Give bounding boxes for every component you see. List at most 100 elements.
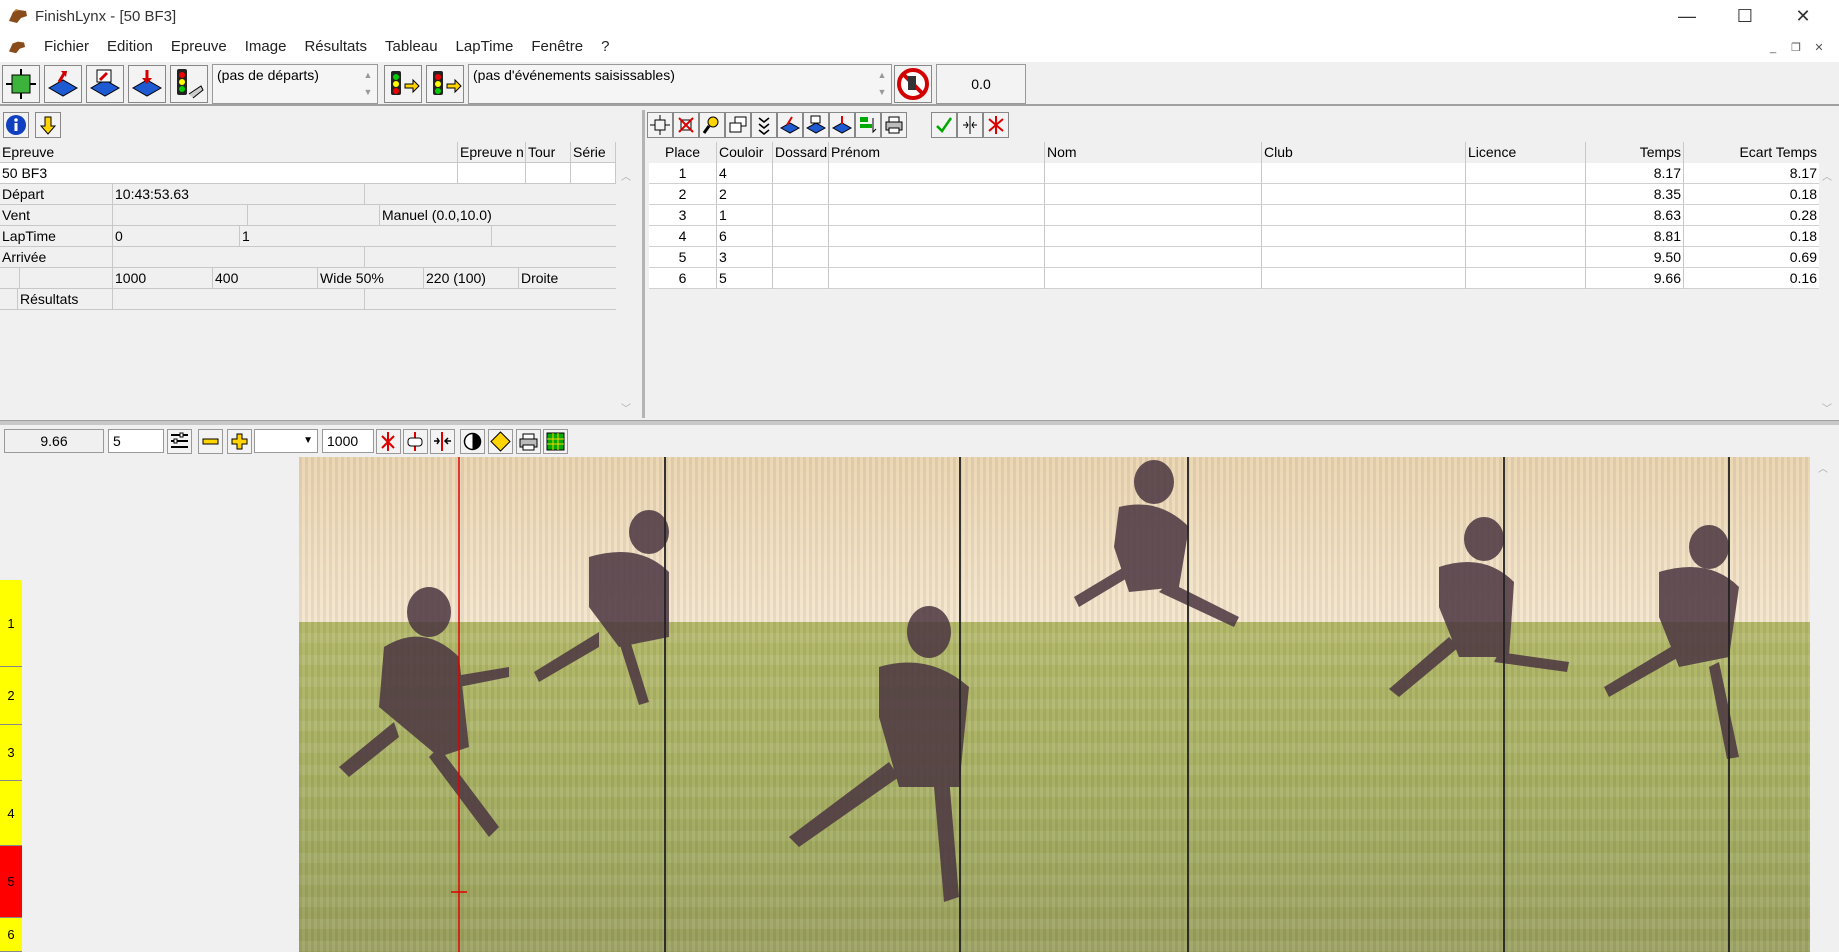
club-cell[interactable] — [1262, 184, 1466, 205]
capture-small-button[interactable] — [647, 112, 673, 138]
menu-help[interactable]: ? — [592, 32, 618, 62]
place-cell[interactable]: 1 — [649, 163, 717, 184]
event-scroll-down[interactable]: ﹀ — [618, 400, 634, 415]
mdi-restore-button[interactable]: ❐ — [1787, 40, 1805, 56]
ecart-cell[interactable]: 0.69 — [1684, 247, 1819, 268]
table-row[interactable]: 6 5 9.66 0.16 — [649, 268, 1819, 289]
ecart-cell[interactable]: 8.17 — [1684, 163, 1819, 184]
couloir-cell[interactable]: 4 — [717, 163, 773, 184]
dossard-cell[interactable] — [773, 184, 829, 205]
nom-cell[interactable] — [1045, 226, 1262, 247]
prenom-cell[interactable] — [829, 163, 1045, 184]
place-cell[interactable]: 6 — [649, 268, 717, 289]
col-dossard[interactable]: Dossard — [773, 142, 829, 163]
licence-cell[interactable] — [1466, 184, 1586, 205]
delete-capture-button[interactable] — [673, 112, 699, 138]
open-results-button[interactable] — [777, 112, 803, 138]
temps-cell[interactable]: 8.63 — [1586, 205, 1684, 226]
sort-button[interactable] — [751, 112, 777, 138]
prenom-cell[interactable] — [829, 184, 1045, 205]
table-row[interactable]: 5 3 9.50 0.69 — [649, 247, 1819, 268]
check-button[interactable] — [931, 112, 957, 138]
event-red-arrow-button[interactable] — [426, 65, 464, 103]
table-row[interactable]: 3 1 8.63 0.28 — [649, 205, 1819, 226]
minimize-button[interactable]: — — [1658, 0, 1716, 32]
no-camera-button[interactable] — [894, 65, 932, 103]
zoom-select[interactable]: ▼ — [254, 429, 318, 453]
temps-cell[interactable]: 9.50 — [1586, 247, 1684, 268]
event-scroll-up[interactable]: ︿ — [618, 168, 634, 183]
close-button[interactable]: ✕ — [1774, 0, 1832, 32]
place-cell[interactable]: 5 — [649, 247, 717, 268]
event-name[interactable]: 50 BF3 — [0, 163, 458, 184]
col-place[interactable]: Place — [649, 142, 717, 163]
col-nom[interactable]: Nom — [1045, 142, 1262, 163]
split-button[interactable] — [957, 112, 983, 138]
arrivee-value[interactable] — [113, 247, 365, 268]
open-event-button[interactable] — [44, 65, 82, 103]
ecart-cell[interactable]: 0.16 — [1684, 268, 1819, 289]
lane-marker[interactable]: 5 — [0, 846, 22, 918]
ecart-cell[interactable]: 0.28 — [1684, 205, 1819, 226]
traffic-light-button[interactable] — [170, 65, 208, 103]
dossard-cell[interactable] — [773, 268, 829, 289]
club-cell[interactable] — [1262, 163, 1466, 184]
nom-cell[interactable] — [1045, 205, 1262, 226]
density-input[interactable]: 1000 — [322, 429, 374, 453]
results-scroll-up[interactable]: ︿ — [1819, 168, 1835, 183]
col-temps[interactable]: Temps — [1586, 142, 1684, 163]
col-prenom[interactable]: Prénom — [829, 142, 1045, 163]
hand-tool-button[interactable] — [403, 429, 428, 454]
vent-value-cell[interactable] — [113, 205, 248, 226]
nom-cell[interactable] — [1045, 184, 1262, 205]
zoom-out-button[interactable] — [198, 429, 223, 454]
dossard-cell[interactable] — [773, 247, 829, 268]
prenom-cell[interactable] — [829, 268, 1045, 289]
club-cell[interactable] — [1262, 247, 1466, 268]
nom-cell[interactable] — [1045, 268, 1262, 289]
dossard-cell[interactable] — [773, 226, 829, 247]
split-lines-button[interactable] — [430, 429, 455, 454]
import-button[interactable] — [86, 65, 124, 103]
col-licence[interactable]: Licence — [1466, 142, 1586, 163]
event-green-arrow-button[interactable] — [384, 65, 422, 103]
event-n-cell[interactable] — [458, 163, 526, 184]
prenom-cell[interactable] — [829, 226, 1045, 247]
ecart-cell[interactable]: 0.18 — [1684, 184, 1819, 205]
down-arrow-button[interactable] — [35, 112, 61, 138]
search-button[interactable] — [699, 112, 725, 138]
prenom-cell[interactable] — [829, 247, 1045, 268]
club-cell[interactable] — [1262, 268, 1466, 289]
menu-edition[interactable]: Edition — [98, 32, 162, 62]
laptime-count[interactable]: 1 — [240, 226, 492, 247]
zoom-in-button[interactable] — [227, 429, 252, 454]
document-menu-icon[interactable] — [7, 39, 27, 55]
events-combo[interactable]: (pas d'événements saisissables) ▲ ▼ — [468, 64, 892, 104]
mdi-close-button[interactable]: ✕ — [1810, 40, 1828, 56]
menu-epreuve[interactable]: Epreuve — [162, 32, 236, 62]
menu-fichier[interactable]: Fichier — [35, 32, 98, 62]
lane-marker[interactable]: 1 — [0, 580, 22, 667]
ecart-cell[interactable]: 0.18 — [1684, 226, 1819, 247]
couloir-cell[interactable]: 3 — [717, 247, 773, 268]
tour-cell[interactable] — [526, 163, 571, 184]
info-button[interactable] — [3, 112, 29, 138]
clear-marks-button[interactable] — [376, 429, 401, 454]
lane-marker[interactable]: 2 — [0, 667, 22, 725]
couloir-cell[interactable]: 2 — [717, 184, 773, 205]
place-cell[interactable]: 2 — [649, 184, 717, 205]
couloir-cell[interactable]: 5 — [717, 268, 773, 289]
image-scroll-up[interactable]: ︿ — [1815, 460, 1831, 475]
menu-resultats[interactable]: Résultats — [295, 32, 376, 62]
licence-cell[interactable] — [1466, 247, 1586, 268]
table-row[interactable]: 1 4 8.17 8.17 — [649, 163, 1819, 184]
menu-image[interactable]: Image — [236, 32, 296, 62]
flag-button[interactable] — [855, 112, 881, 138]
col-ecart[interactable]: Ecart Temps — [1684, 142, 1819, 163]
licence-cell[interactable] — [1466, 163, 1586, 184]
depart-value[interactable]: 10:43:53.63 — [113, 184, 365, 205]
col-couloir[interactable]: Couloir — [717, 142, 773, 163]
nom-cell[interactable] — [1045, 163, 1262, 184]
print-image-button[interactable] — [516, 429, 541, 454]
lanes-button[interactable] — [167, 429, 192, 454]
